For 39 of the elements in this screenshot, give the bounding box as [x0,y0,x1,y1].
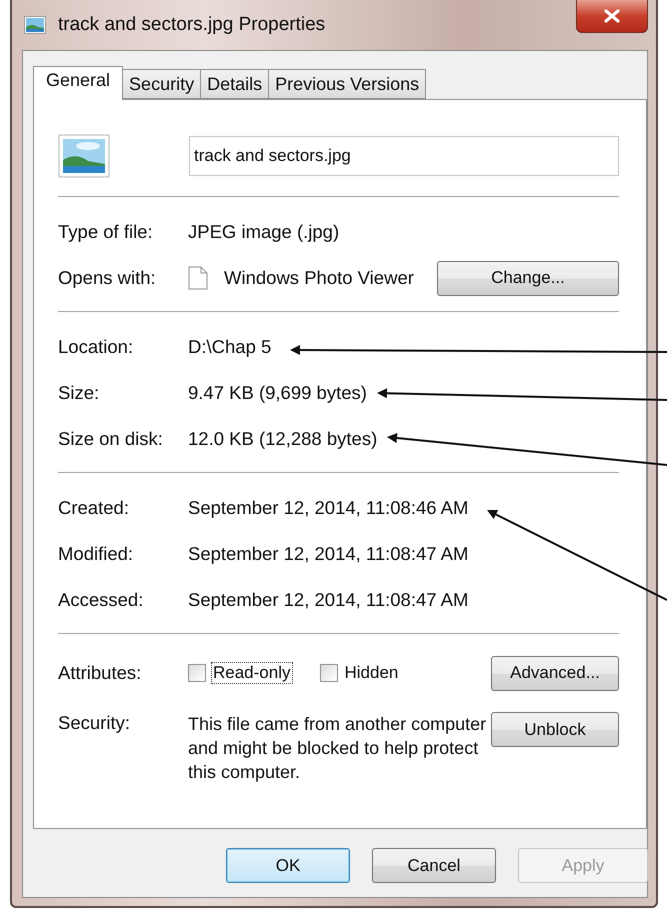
field-value: JPEG image (.jpg) [188,221,340,243]
app-name: Windows Photo Viewer [224,267,414,289]
unblock-button[interactable]: Unblock [491,712,619,747]
field-label: Opens with: [58,267,157,289]
tab[interactable]: Details [200,69,270,99]
field-label: Attributes: [58,662,142,684]
field-label: Created: [58,497,130,519]
field-label: Location: [58,336,134,358]
close-button[interactable] [576,0,648,33]
field-value: 12.0 KB (12,288 bytes) [188,428,378,450]
security-message: This file came from another computer and might be blocked to help protect this computer. [188,713,488,784]
field-label: Modified: [58,543,134,565]
tab[interactable]: General [33,66,124,100]
checkbox[interactable] [320,664,338,682]
field-label: Size: [58,382,100,404]
field-value: 9.47 KB (9,699 bytes) [188,382,367,404]
checkbox-label[interactable]: Read-only [212,663,292,683]
field-value: D:\Chap 5 [188,336,272,358]
file-name-field[interactable]: track and sectors.jpg [189,136,619,176]
image-file-icon [24,16,46,34]
field-value: September 12, 2014, 11:08:47 AM [188,589,468,611]
field-label: Accessed: [58,589,144,611]
tab[interactable]: Security [122,69,202,99]
field-value: September 12, 2014, 11:08:46 AM [188,497,468,519]
dialog-button[interactable]: OK [226,848,350,883]
window-title: track and sectors.jpg Properties [58,14,326,36]
document-icon [188,266,208,290]
field-label: Size on disk: [58,428,164,450]
change-button[interactable]: Change... [437,260,619,296]
field-value: September 12, 2014, 11:08:47 AM [188,543,468,565]
checkbox-label[interactable]: Hidden [344,663,400,683]
image-file-icon [58,134,110,178]
tab[interactable]: Previous Versions [268,69,426,99]
field-label: Type of file: [58,221,154,243]
advanced-button[interactable]: Advanced... [491,656,619,690]
dialog-button[interactable]: Cancel [372,848,496,883]
checkbox[interactable] [188,664,206,682]
close-icon [603,9,621,23]
field-label: Security: [58,712,131,734]
